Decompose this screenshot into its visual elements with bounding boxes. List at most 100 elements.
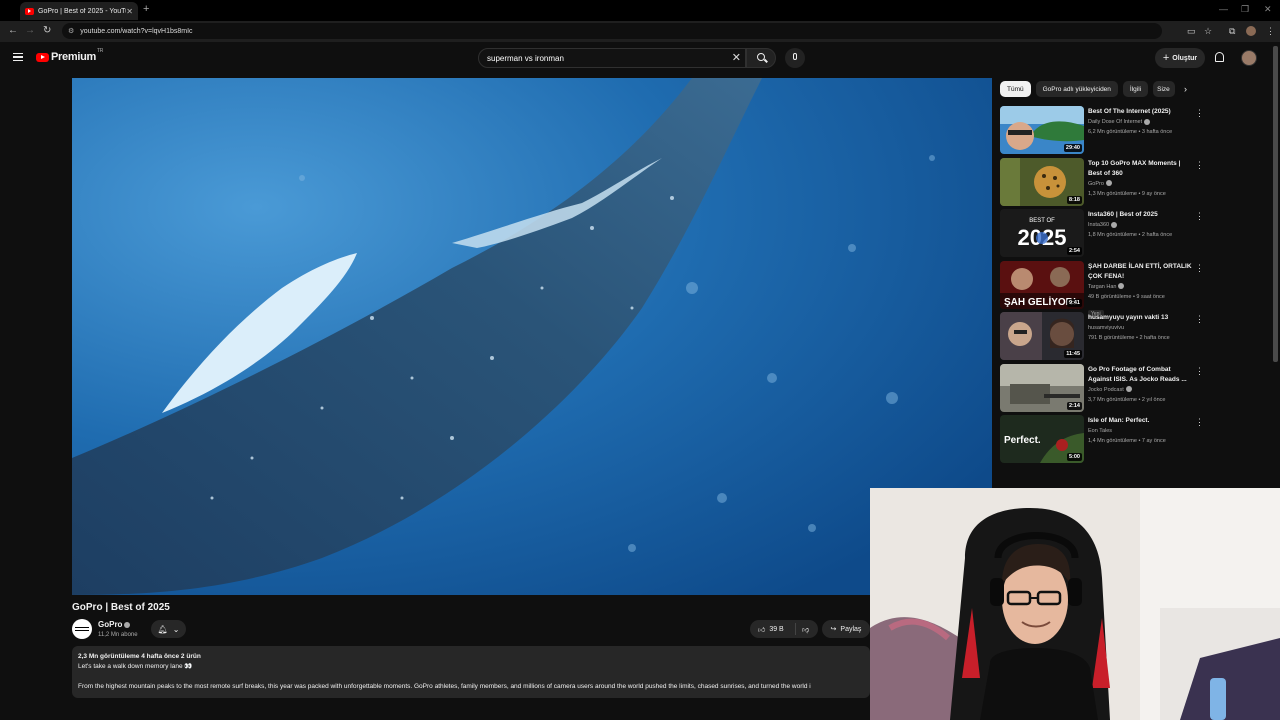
more-options-icon[interactable]: ⋮ (1195, 418, 1204, 427)
more-options-icon[interactable]: ⋮ (1195, 315, 1204, 324)
description-box[interactable]: 2,3 Mn görüntüleme 4 hafta önce 2 ürün L… (72, 646, 870, 698)
recommendation-title: ŞAH DARBE İLAN ETTİ, ORTALIK ÇOK FENA! (1088, 262, 1192, 280)
video-thumbnail[interactable]: 29:40 (1000, 106, 1084, 154)
recommendation-meta: 1,8 Mn görüntüleme • 2 hafta önce (1088, 232, 1173, 238)
back-icon[interactable]: ← (8, 25, 18, 36)
clear-search-icon[interactable]: ✕ (732, 51, 741, 64)
cast-icon[interactable]: ▭ (1187, 26, 1196, 37)
search-input[interactable]: superman vs ironman ✕ (478, 48, 746, 68)
create-button[interactable]: + Oluştur (1155, 48, 1205, 68)
recommendation-channel: Eon Tales (1088, 428, 1113, 434)
like-button[interactable]: 👍︎ 39 B (750, 623, 796, 635)
more-options-icon[interactable]: ⋮ (1195, 366, 1204, 375)
notifications-bell-icon[interactable] (1215, 52, 1224, 62)
recommendation-item[interactable]: 2:14 Go Pro Footage of Combat Against IS… (1000, 363, 1205, 416)
video-thumbnail[interactable]: 11:45 (1000, 312, 1084, 360)
channel-text: Targan Han (1088, 283, 1117, 290)
more-options-icon[interactable]: ⋮ (1195, 109, 1204, 118)
recommendation-item[interactable]: 29:40 Best Of The Internet (2025) Daily … (1000, 106, 1205, 158)
recommendation-item[interactable]: ŞAH GELİYOR! 9:41 ŞAH DARBE İLAN ETTİ, O… (1000, 260, 1205, 319)
more-options-icon[interactable]: ⋮ (1195, 263, 1204, 272)
dislike-button[interactable]: 👎︎ (796, 625, 809, 634)
recommendation-info: Go Pro Footage of Combat Against ISIS. A… (1088, 365, 1192, 405)
notification-preferences-button[interactable]: 🔔︎ ⌄ (151, 620, 186, 638)
tab-close-icon[interactable]: ✕ (126, 7, 133, 16)
microphone-icon (793, 53, 797, 60)
browser-tab-strip: GoPro | Best of 2025 - YouTube ✕ + — ❐ ✕ (0, 0, 1280, 21)
video-duration: 5:00 (1066, 453, 1082, 461)
reload-icon[interactable]: ↻ (43, 25, 51, 36)
verified-badge-icon (1118, 283, 1125, 290)
thumb-best-of-text: BEST OF (1029, 218, 1055, 224)
video-thumbnail[interactable]: BEST OF 2025 2:54 (1000, 209, 1084, 257)
bell-icon: 🔔︎ (157, 624, 168, 634)
video-thumbnail[interactable]: 2:14 (1000, 363, 1084, 412)
search-query: superman vs ironman (487, 53, 564, 63)
recommendation-info: husamyuyu yayın vakti 13 husamviyuvivu 7… (1088, 313, 1192, 343)
minimize-icon[interactable]: — (1219, 4, 1228, 14)
forward-icon[interactable]: → (25, 25, 35, 36)
recommendation-title: Go Pro Footage of Combat Against ISIS. A… (1088, 365, 1187, 383)
voice-search-button[interactable] (785, 48, 805, 68)
video-thumbnail[interactable]: ŞAH GELİYOR! 9:41 (1000, 260, 1084, 309)
video-duration: 11:45 (1064, 350, 1082, 358)
recommendation-info: ŞAH DARBE İLAN ETTİ, ORTALIK ÇOK FENA! T… (1088, 262, 1192, 320)
chip-from-uploader[interactable]: GoPro adlı yükleyiciden (1035, 81, 1118, 97)
like-count: 39 B (769, 625, 784, 633)
channel-text: Insta360 (1088, 222, 1110, 228)
recommendation-channel: Daily Dose Of Internet (1088, 117, 1192, 127)
video-thumbnail[interactable]: 8:18 (1000, 157, 1084, 206)
channel-avatar[interactable] (72, 619, 92, 639)
search-button[interactable] (746, 48, 776, 68)
recommendation-item[interactable]: 11:45 husamyuyu yayın vakti 13 husamviyu… (1000, 312, 1205, 364)
filter-chips: Tümü GoPro adlı yükleyiciden İlgili Size (1000, 81, 1176, 97)
maximize-icon[interactable]: ❐ (1241, 4, 1249, 15)
recommendation-item[interactable]: 8:18 Top 10 GoPro MAX Moments | Best of … (1000, 157, 1205, 210)
tab-title: GoPro | Best of 2025 - YouTube (38, 7, 126, 15)
browser-menu-icon[interactable]: ⋮ (1266, 26, 1275, 37)
hamburger-menu-icon[interactable] (13, 53, 23, 61)
video-duration: 2:14 (1066, 401, 1082, 410)
recommendation-channel: Targan Han (1088, 282, 1192, 292)
account-avatar[interactable] (1241, 50, 1257, 66)
youtube-premium-logo[interactable]: Premium TR (36, 48, 104, 63)
recommendation-info: Best Of The Internet (2025) Daily Dose O… (1088, 107, 1192, 137)
recommendation-title: Insta360 | Best of 2025 (1088, 211, 1158, 218)
logo-region: TR (96, 48, 104, 54)
new-tab-icon[interactable]: + (143, 3, 149, 15)
plus-icon: + (1162, 52, 1170, 64)
verified-badge-icon (1125, 386, 1132, 393)
recommendation-channel: Insta360 (1088, 220, 1192, 230)
like-dislike-group: 👍︎ 39 B 👎︎ (750, 620, 818, 638)
video-duration: 29:40 (1063, 144, 1082, 152)
share-button[interactable]: ↪ Paylaş (822, 620, 870, 638)
thumbs-up-icon: 👍︎ (758, 626, 766, 634)
share-label: Paylaş (840, 625, 862, 633)
thumb-sah-text: ŞAH GELİYOR! (1004, 295, 1076, 308)
bookmark-star-icon[interactable]: ☆ (1204, 26, 1212, 37)
video-thumbnail[interactable]: Perfect. 5:00 (1000, 415, 1084, 463)
browser-profile-avatar[interactable] (1246, 26, 1256, 36)
recommendation-list: 29:40 Best Of The Internet (2025) Daily … (1000, 106, 1205, 467)
recommendation-channel: husamviyuvivu (1088, 325, 1125, 331)
recommendation-meta: 49 B görüntüleme • 9 saat önce (1088, 293, 1165, 300)
extensions-icon[interactable]: ⧉ (1229, 26, 1235, 37)
site-info-icon[interactable]: ⚙ (68, 27, 74, 35)
video-player[interactable] (72, 78, 992, 595)
recommendation-item[interactable]: BEST OF 2025 2:54 Insta360 | Best of 202… (1000, 209, 1205, 261)
page-scrollbar[interactable] (1273, 46, 1278, 362)
chip-all[interactable]: Tümü (1000, 81, 1031, 97)
address-bar[interactable]: ⚙ youtube.com/watch?v=lqvH1bs8mIc (62, 23, 1162, 39)
channel-text: GoPro (1088, 180, 1104, 187)
more-options-icon[interactable]: ⋮ (1195, 160, 1204, 169)
webcam-streamer-image (870, 488, 1280, 720)
video-duration: 8:18 (1066, 195, 1082, 204)
recommendation-item[interactable]: Perfect. 5:00 Isle of Man: Perfect. Eon … (1000, 415, 1205, 467)
chip-related[interactable]: İlgili (1122, 81, 1149, 97)
chip-for-you[interactable]: Size (1153, 81, 1176, 97)
browser-tab[interactable]: GoPro | Best of 2025 - YouTube ✕ (20, 2, 138, 20)
more-options-icon[interactable]: ⋮ (1195, 212, 1204, 221)
chevron-right-icon[interactable]: › (1184, 84, 1187, 94)
channel-name[interactable]: GoPro (98, 620, 131, 629)
close-window-icon[interactable]: ✕ (1264, 4, 1272, 15)
